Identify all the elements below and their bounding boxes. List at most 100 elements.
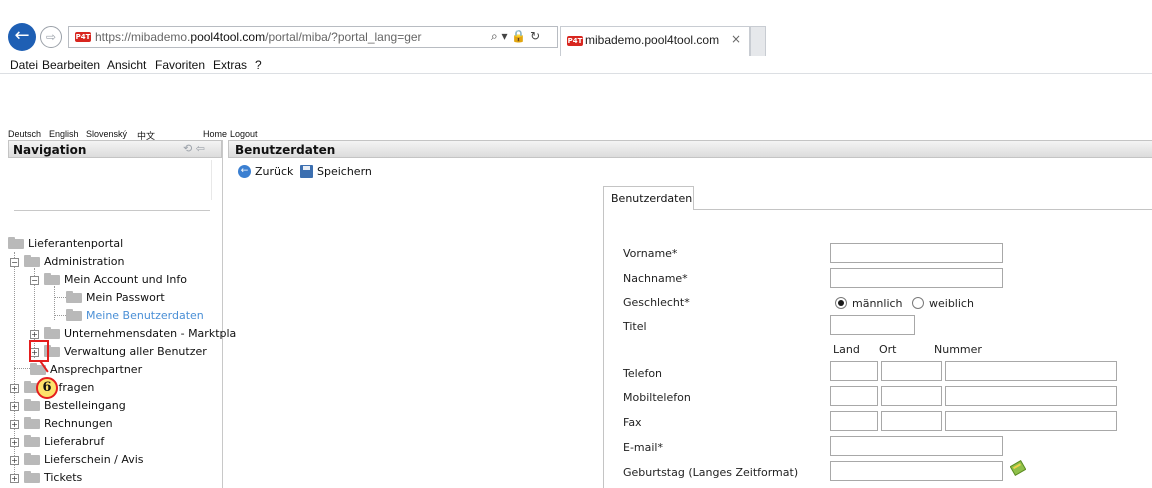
mobil-nummer-input[interactable]: [945, 386, 1117, 406]
menu-bearbeiten[interactable]: Bearbeiten: [42, 58, 100, 72]
address-bar[interactable]: P4T https://mibademo.pool4tool.com/porta…: [68, 26, 558, 48]
url-domain: pool4tool.com: [190, 30, 266, 44]
menu-datei[interactable]: Datei: [10, 58, 38, 72]
gender-radio-weiblich[interactable]: [912, 297, 924, 309]
collapse-minus-icon[interactable]: −: [10, 258, 19, 267]
expand-plus-icon[interactable]: +: [10, 456, 19, 465]
expand-plus-icon[interactable]: +: [10, 438, 19, 447]
save-button[interactable]: Speichern: [317, 165, 372, 178]
geburtstag-input[interactable]: [830, 461, 1003, 481]
new-tab-button[interactable]: [750, 26, 766, 56]
expand-plus-icon[interactable]: +: [10, 474, 19, 483]
folder-icon: [24, 417, 40, 429]
save-disk-icon[interactable]: [300, 165, 313, 178]
label-titel: Titel: [623, 320, 647, 333]
back-button[interactable]: Zurück: [255, 165, 293, 178]
folder-icon: [66, 291, 82, 303]
form-panel-border: [603, 210, 604, 488]
gender-radio-maennlich[interactable]: [835, 297, 847, 309]
folder-icon: [24, 453, 40, 465]
phone-col-nummer: Nummer: [934, 343, 982, 356]
navigation-divider: [14, 210, 210, 211]
browser-forward-button[interactable]: ⇨: [40, 26, 62, 48]
url-text[interactable]: https://mibademo.pool4tool.com/portal/mi…: [95, 30, 422, 44]
navigation-border: [222, 140, 223, 488]
label-nachname: Nachname*: [623, 272, 688, 285]
expand-plus-icon[interactable]: +: [10, 402, 19, 411]
label-geschlecht: Geschlecht*: [623, 296, 690, 309]
telefon-land-input[interactable]: [830, 361, 878, 381]
tree-line: [54, 315, 66, 316]
expand-plus-icon[interactable]: +: [30, 330, 39, 339]
browser-tab[interactable]: P4T mibademo.pool4tool.com ×: [560, 26, 750, 56]
tree-label: Verwaltung aller Benutzer: [64, 345, 207, 358]
tab-close-icon[interactable]: ×: [731, 32, 741, 46]
mobil-ort-input[interactable]: [881, 386, 942, 406]
main-header: Benutzerdaten: [228, 140, 1152, 158]
folder-icon: [24, 435, 40, 447]
telefon-ort-input[interactable]: [881, 361, 942, 381]
expand-plus-icon[interactable]: +: [10, 384, 19, 393]
titel-input[interactable]: [830, 315, 915, 335]
folder-icon: [44, 327, 60, 339]
arrow-left-icon: ←: [14, 25, 30, 46]
address-bar-icons[interactable]: ⌕ ▾ 🔒 ↻: [491, 29, 540, 44]
browser-back-button[interactable]: ←: [8, 23, 36, 51]
tree-label: Lieferabruf: [44, 435, 105, 448]
annotation-step-badge: 6: [36, 377, 58, 399]
navigation-search-area: [8, 160, 212, 200]
back-arrow-icon[interactable]: ←: [238, 165, 251, 178]
folder-icon: [24, 471, 40, 483]
email-input[interactable]: [830, 436, 1003, 456]
fax-nummer-input[interactable]: [945, 411, 1117, 431]
lang-deutsch[interactable]: Deutsch: [8, 129, 41, 139]
browser-toolbar: ← ⇨ P4T https://mibademo.pool4tool.com/p…: [0, 0, 1152, 56]
url-suffix: /portal/miba/?portal_lang=ger: [265, 30, 422, 44]
label-vorname: Vorname*: [623, 247, 678, 260]
tree-line: [54, 297, 66, 298]
menu-help[interactable]: ?: [255, 58, 262, 72]
browser-tab-label: mibademo.pool4tool.com: [585, 33, 720, 47]
nachname-input[interactable]: [830, 268, 1003, 288]
refresh-icon[interactable]: ⟲: [183, 142, 192, 155]
lang-slovensky[interactable]: Slovenský: [86, 129, 127, 139]
form-panel-border: [694, 209, 1152, 210]
collapse-arrow-icon[interactable]: ⇦: [196, 142, 205, 155]
mobil-land-input[interactable]: [830, 386, 878, 406]
telefon-nummer-input[interactable]: [945, 361, 1117, 381]
tree-label: Administration: [44, 255, 125, 268]
collapse-minus-icon[interactable]: −: [30, 276, 39, 285]
lang-english[interactable]: English: [49, 129, 79, 139]
url-prefix: https://mibademo.: [95, 30, 191, 44]
tab-favicon-icon: P4T: [567, 36, 583, 46]
calendar-picker-icon[interactable]: [1010, 460, 1026, 476]
phone-col-ort: Ort: [879, 343, 897, 356]
arrow-right-icon: ⇨: [45, 30, 57, 44]
gender-label-weiblich: weiblich: [929, 297, 974, 310]
menu-extras[interactable]: Extras: [213, 58, 247, 72]
menu-favoriten[interactable]: Favoriten: [155, 58, 205, 72]
tree-label: Unternehmensdaten - Marktpla: [64, 327, 237, 340]
vorname-input[interactable]: [830, 243, 1003, 263]
tab-benutzerdaten[interactable]: Benutzerdaten: [603, 186, 694, 210]
folder-icon: [24, 255, 40, 267]
tree-label: Mein Passwort: [86, 291, 165, 304]
annotation-highlight-box: [29, 340, 49, 362]
label-mobiltelefon: Mobiltelefon: [623, 391, 691, 404]
fax-land-input[interactable]: [830, 411, 878, 431]
navigation-header: Navigation ⟲ ⇦: [8, 140, 222, 158]
fax-ort-input[interactable]: [881, 411, 942, 431]
menu-ansicht[interactable]: Ansicht: [107, 58, 146, 72]
logout-link[interactable]: Logout: [230, 129, 258, 139]
tree-line: [14, 368, 30, 369]
tree-label: Meine Benutzerdaten: [86, 309, 204, 322]
tree-label: Tickets: [44, 471, 83, 484]
folder-icon: [24, 399, 40, 411]
label-email: E-mail*: [623, 441, 663, 454]
tree-label: Lieferantenportal: [28, 237, 124, 250]
tree-label: Mein Account und Info: [64, 273, 187, 286]
navigation-title: Navigation: [13, 143, 87, 157]
home-link[interactable]: Home: [203, 129, 227, 139]
expand-plus-icon[interactable]: +: [10, 420, 19, 429]
navigation-header-icons[interactable]: ⟲ ⇦: [183, 142, 205, 155]
